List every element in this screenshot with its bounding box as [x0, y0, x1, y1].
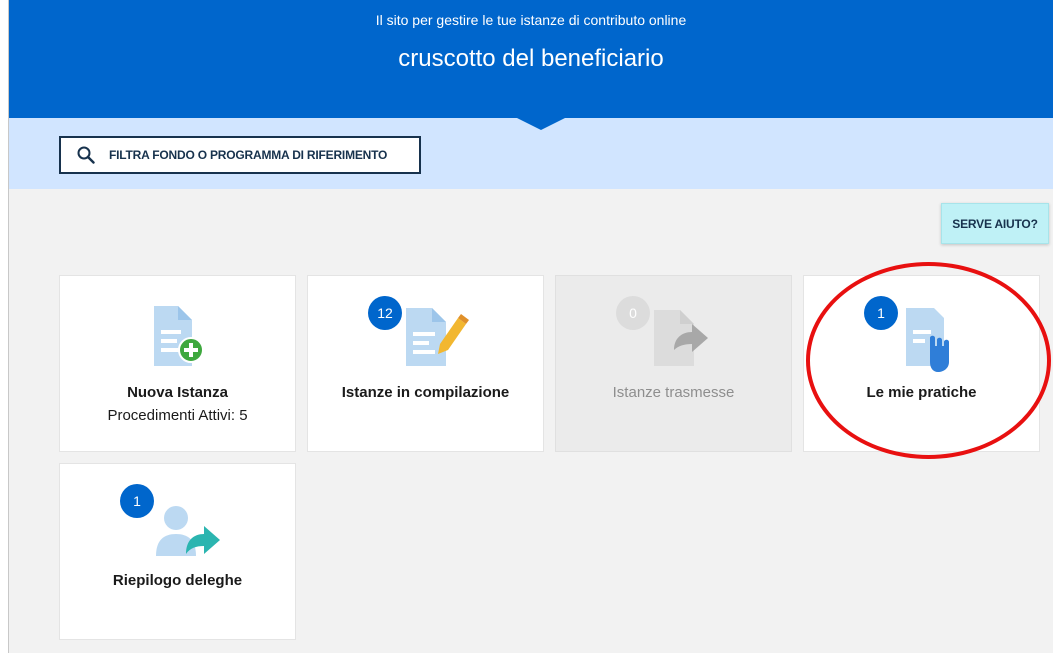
- card-title: Istanze in compilazione: [341, 384, 510, 401]
- help-button[interactable]: SERVE AIUTO?: [941, 203, 1049, 244]
- count-badge: 1: [864, 296, 898, 330]
- page-frame: Il sito per gestire le tue istanze di co…: [8, 0, 1053, 653]
- card-title: Nuova Istanza: [127, 384, 228, 401]
- filter-fund-label: FILTRA FONDO O PROGRAMMA DI RIFERIMENTO: [109, 148, 388, 162]
- card-title: Le mie pratiche: [866, 384, 977, 401]
- count-badge: 0: [616, 296, 650, 330]
- search-icon: [77, 146, 95, 164]
- count-badge: 12: [368, 296, 402, 330]
- card-title: Istanze trasmesse: [612, 384, 735, 401]
- card-istanze-trasmesse: 0 Istanze trasmesse: [555, 275, 792, 452]
- filter-fund-button[interactable]: FILTRA FONDO O PROGRAMMA DI RIFERIMENTO: [59, 136, 421, 174]
- page-title: cruscotto del beneficiario: [398, 45, 664, 72]
- card-le-mie-pratiche[interactable]: 1 Le mie pratiche: [803, 275, 1040, 452]
- card-subtitle: Procedimenti Attivi: 5: [107, 407, 248, 424]
- card-riepilogo-deleghe[interactable]: 1 Riepilogo deleghe: [59, 463, 296, 640]
- header-subtitle: Il sito per gestire le tue istanze di co…: [375, 12, 687, 28]
- help-label: SERVE AIUTO?: [952, 216, 1038, 231]
- card-nuova-istanza[interactable]: Nuova Istanza Procedimenti Attivi: 5: [59, 275, 296, 452]
- header-notch: [517, 118, 565, 130]
- new-document-plus-icon: [134, 294, 234, 374]
- filter-band: FILTRA FONDO O PROGRAMMA DI RIFERIMENTO: [9, 118, 1053, 189]
- card-title: Riepilogo deleghe: [112, 572, 243, 589]
- page-header: Il sito per gestire le tue istanze di co…: [9, 0, 1053, 118]
- count-badge: 1: [120, 484, 154, 518]
- card-istanze-in-compilazione[interactable]: 12 Istanze in compilazione: [307, 275, 544, 452]
